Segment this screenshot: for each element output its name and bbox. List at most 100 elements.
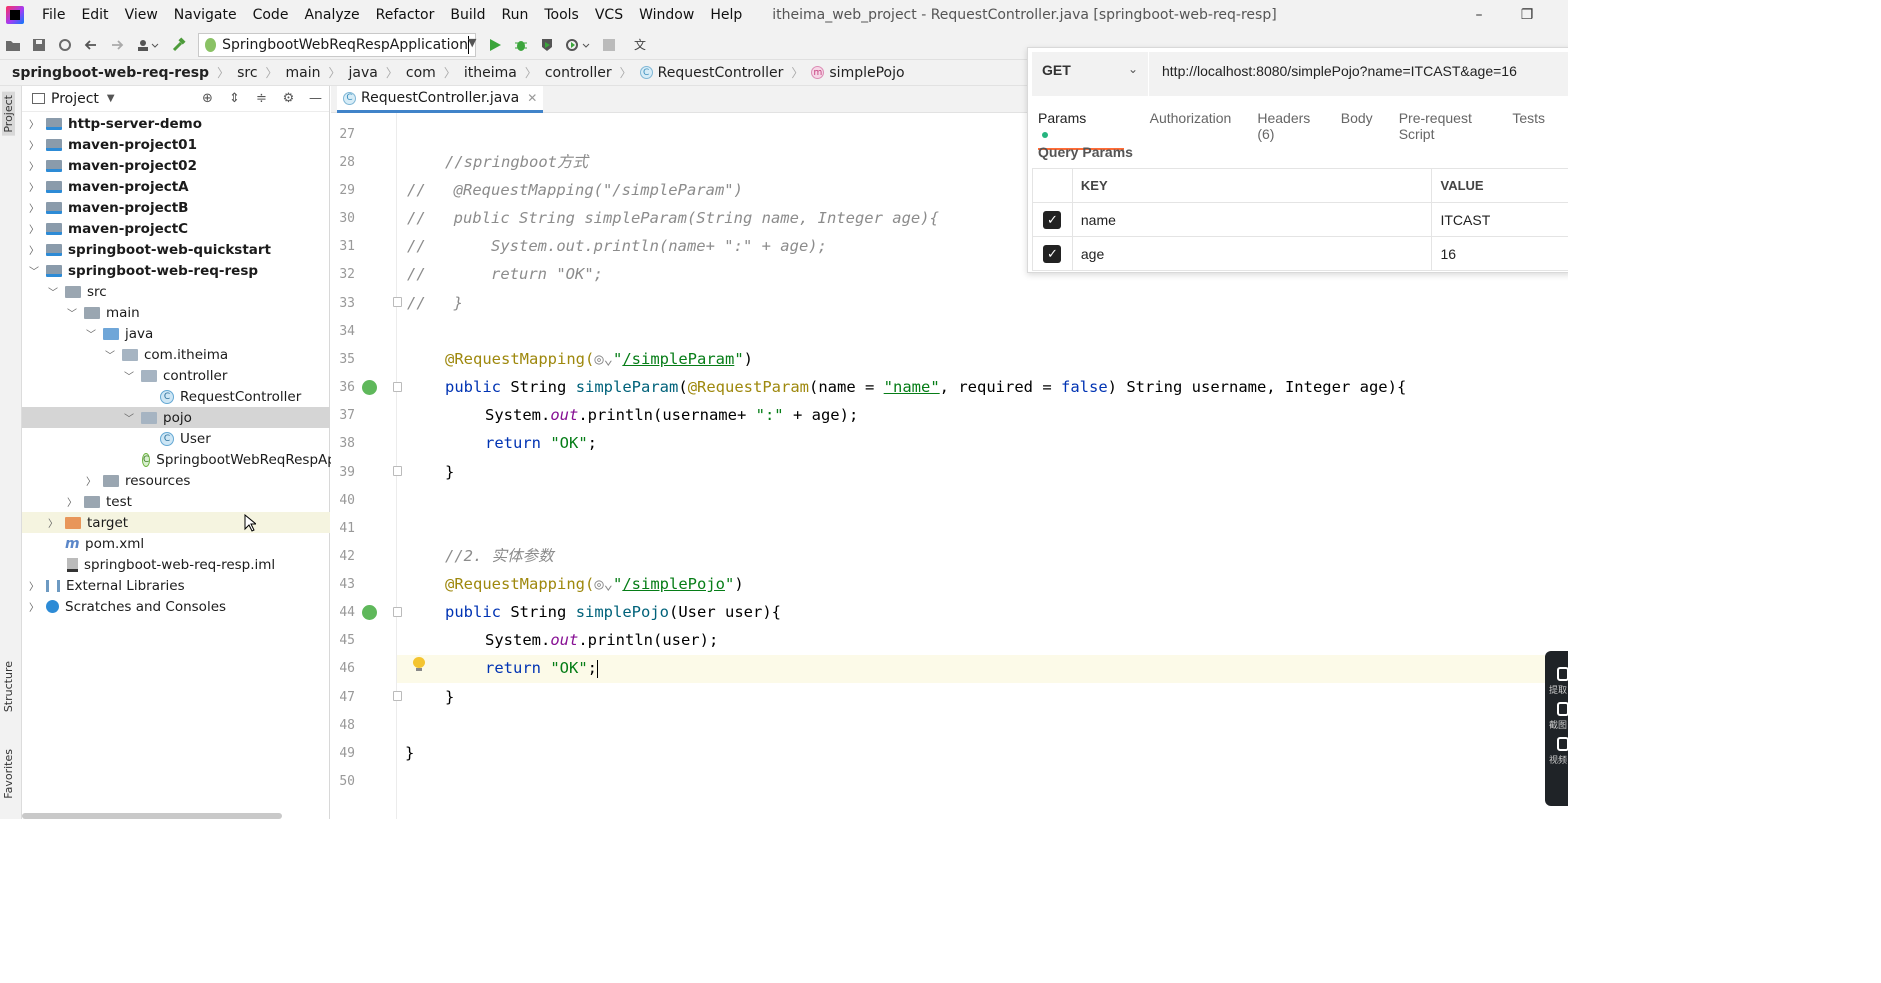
tree-item-target[interactable]: 〉 target: [22, 512, 330, 533]
locate-target-icon[interactable]: ⊕: [194, 91, 221, 106]
tree-item-maven-project02[interactable]: 〉 maven-project02: [22, 155, 330, 176]
breadcrumb-src[interactable]: src: [237, 65, 257, 81]
tree-item-maven-project01[interactable]: 〉 maven-project01: [22, 134, 330, 155]
vcs-user-icon[interactable]: [130, 33, 166, 57]
run-icon[interactable]: [482, 33, 508, 57]
chevron-down-icon[interactable]: ﹀: [47, 284, 59, 299]
tree-item-springboot-web-quickstart[interactable]: 〉 springboot-web-quickstart: [22, 239, 330, 260]
run-configuration-select[interactable]: SpringbootWebReqRespApplication ▼: [198, 32, 476, 57]
fold-marker-icon[interactable]: [393, 691, 402, 701]
menu-vcs[interactable]: VCS: [587, 7, 631, 23]
menu-tools[interactable]: Tools: [536, 7, 587, 23]
row-checkbox[interactable]: ✓: [1032, 236, 1073, 271]
row-checkbox[interactable]: ✓: [1032, 202, 1073, 237]
breadcrumb-controller[interactable]: controller: [545, 65, 612, 81]
menu-navigate[interactable]: Navigate: [166, 7, 245, 23]
tree-item-src[interactable]: ﹀ src: [22, 281, 330, 302]
menu-code[interactable]: Code: [245, 7, 297, 23]
chevron-right-icon[interactable]: 〉: [28, 242, 40, 257]
tab-pre-request-script[interactable]: Pre-request Script: [1399, 110, 1487, 150]
breadcrumb-com[interactable]: com: [406, 65, 436, 81]
chevron-right-icon[interactable]: 〉: [66, 494, 78, 509]
chevron-right-icon[interactable]: 〉: [85, 473, 97, 488]
restore-button[interactable]: ❐: [1515, 4, 1539, 26]
tree-item-springboot-web-req-resp[interactable]: ﹀ springboot-web-req-resp: [22, 260, 330, 281]
tree-item-pojo[interactable]: ﹀ pojo: [22, 407, 330, 428]
chevron-down-icon[interactable]: ﹀: [123, 368, 135, 383]
menu-view[interactable]: View: [117, 7, 166, 23]
tree-item-application[interactable]: C SpringbootWebReqRespAp: [22, 449, 336, 470]
param-key-cell[interactable]: age: [1071, 236, 1433, 271]
extract-icon[interactable]: [1557, 667, 1568, 681]
gear-icon[interactable]: ⚙: [275, 91, 302, 106]
tree-item-main[interactable]: ﹀ main: [22, 302, 330, 323]
debug-icon[interactable]: [508, 33, 534, 57]
http-method-select[interactable]: GET: [1042, 62, 1071, 78]
tool-tab-structure[interactable]: Structure: [2, 661, 15, 712]
chevron-right-icon[interactable]: 〉: [28, 158, 40, 173]
chevron-right-icon[interactable]: 〉: [47, 515, 59, 530]
tree-item-com-itheima[interactable]: ﹀ com.itheima: [22, 344, 330, 365]
tab-tests[interactable]: Tests: [1512, 110, 1545, 150]
tree-item-scratches[interactable]: 〉 Scratches and Consoles: [22, 596, 330, 617]
tree-item-java[interactable]: ﹀ java: [22, 323, 330, 344]
tree-item-user[interactable]: C User: [22, 428, 330, 449]
breadcrumb-java[interactable]: java: [349, 65, 378, 81]
tool-tab-project[interactable]: Project: [2, 92, 15, 136]
tree-item-maven-projectb[interactable]: 〉 maven-projectB: [22, 197, 330, 218]
chevron-down-icon[interactable]: ﹀: [66, 305, 78, 320]
breadcrumb-class[interactable]: RequestController: [658, 65, 784, 81]
open-folder-icon[interactable]: [0, 33, 26, 57]
chevron-right-icon[interactable]: 〉: [28, 116, 40, 131]
tab-body[interactable]: Body: [1341, 110, 1373, 150]
lightbulb-icon[interactable]: [413, 657, 425, 672]
chevron-down-icon[interactable]: ﹀: [85, 326, 97, 341]
tree-item-http-server-demo[interactable]: 〉 http-server-demo: [22, 113, 330, 134]
tree-item-requestcontroller[interactable]: C RequestController: [22, 386, 330, 407]
back-arrow-icon[interactable]: [78, 33, 104, 57]
tree-item-pom-xml[interactable]: m pom.xml: [22, 533, 330, 554]
menu-window[interactable]: Window: [631, 7, 702, 23]
profile-icon[interactable]: [560, 33, 596, 57]
menu-refactor[interactable]: Refactor: [368, 7, 443, 23]
menu-analyze[interactable]: Analyze: [296, 7, 367, 23]
horizontal-scrollbar[interactable]: [22, 813, 282, 819]
chevron-down-icon[interactable]: ﹀: [104, 347, 116, 362]
translate-icon[interactable]: 文: [630, 33, 656, 57]
fold-marker-icon[interactable]: [393, 607, 402, 617]
minimize-button[interactable]: –: [1467, 4, 1491, 26]
video-icon[interactable]: [1557, 737, 1568, 751]
expand-all-icon[interactable]: ⇕: [221, 91, 248, 106]
tree-item-resources[interactable]: 〉 resources: [22, 470, 330, 491]
fold-marker-icon[interactable]: [393, 382, 402, 392]
tab-headers[interactable]: Headers (6): [1257, 110, 1314, 150]
chevron-down-icon[interactable]: ﹀: [28, 263, 40, 278]
breadcrumb-itheima[interactable]: itheima: [464, 65, 517, 81]
breadcrumb-method[interactable]: simplePojo: [829, 65, 904, 81]
chevron-down-icon[interactable]: ﹀: [123, 410, 135, 425]
param-value-cell[interactable]: 16: [1431, 236, 1568, 271]
menu-build[interactable]: Build: [442, 7, 493, 23]
menu-run[interactable]: Run: [494, 7, 537, 23]
breadcrumb-module[interactable]: springboot-web-req-resp: [12, 65, 209, 81]
collapse-all-icon[interactable]: ≑: [248, 91, 275, 106]
run-with-coverage-icon[interactable]: [534, 33, 560, 57]
menu-help[interactable]: Help: [702, 7, 750, 23]
tab-authorization[interactable]: Authorization: [1150, 110, 1232, 150]
chevron-right-icon[interactable]: 〉: [28, 137, 40, 152]
chevron-right-icon[interactable]: 〉: [28, 578, 40, 593]
chevron-right-icon[interactable]: 〉: [28, 200, 40, 215]
chevron-right-icon[interactable]: 〉: [28, 221, 40, 236]
tree-item-maven-projectc[interactable]: 〉 maven-projectC: [22, 218, 330, 239]
close-icon[interactable]: ✕: [527, 91, 537, 105]
sync-icon[interactable]: [52, 33, 78, 57]
chevron-down-icon[interactable]: ▼: [107, 93, 115, 104]
param-key-cell[interactable]: name: [1071, 202, 1433, 237]
tree-item-iml[interactable]: springboot-web-req-resp.iml: [22, 554, 330, 575]
chevron-right-icon[interactable]: 〉: [28, 599, 40, 614]
tree-item-test[interactable]: 〉 test: [22, 491, 330, 512]
tree-item-controller[interactable]: ﹀ controller: [22, 365, 330, 386]
save-icon[interactable]: [26, 33, 52, 57]
menu-edit[interactable]: Edit: [73, 7, 116, 23]
screenshot-icon[interactable]: [1557, 702, 1568, 716]
